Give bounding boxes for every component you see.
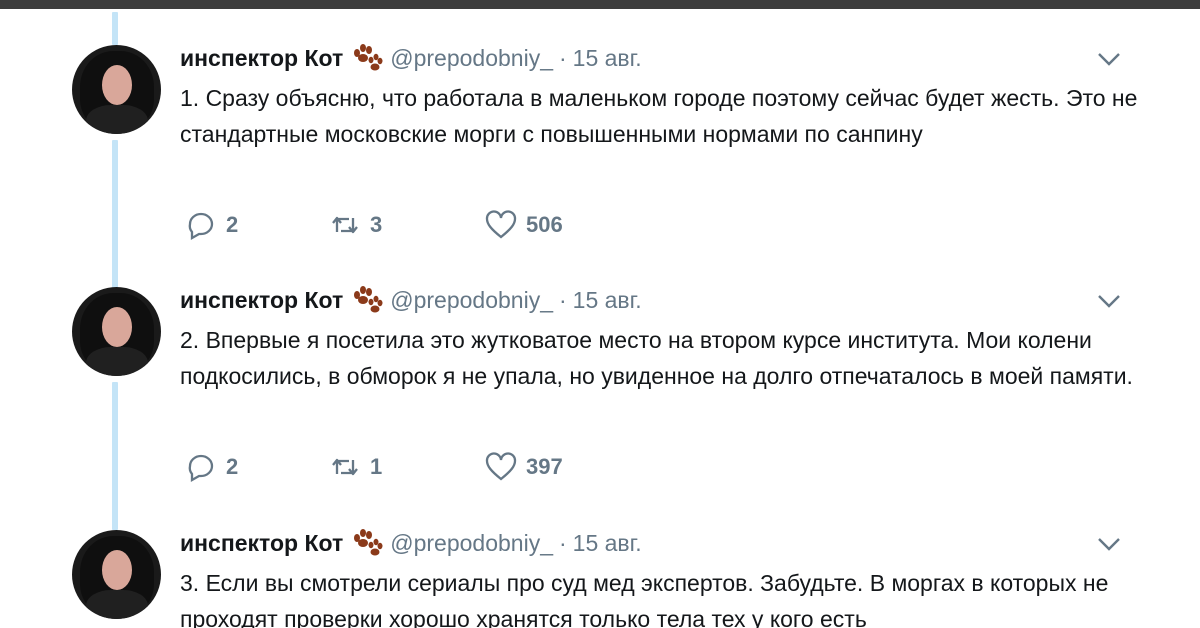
- tweet-date[interactable]: 15 авг.: [573, 530, 642, 557]
- paw-prints-icon: [354, 44, 383, 71]
- like-count: 397: [526, 454, 563, 479]
- reply-icon: [188, 454, 214, 482]
- tweet-date[interactable]: 15 авг.: [573, 287, 642, 314]
- tweet-text: 3. Если вы смотрели сериалы про суд мед …: [180, 570, 1109, 628]
- heart-icon: [485, 210, 517, 239]
- author-name[interactable]: инспектор Кот: [180, 287, 343, 314]
- retweet-count: 3: [370, 212, 383, 237]
- chevron-down-icon[interactable]: [1096, 535, 1122, 553]
- author-handle[interactable]: @prepodobniy_: [390, 45, 553, 72]
- tweet[interactable]: инспектор Кот @prepodobniy_ · 15 авг. 1.…: [0, 0, 1200, 244]
- paw-prints-icon: [354, 529, 383, 556]
- avatar[interactable]: [72, 287, 161, 376]
- separator: ·: [559, 44, 567, 71]
- like-button[interactable]: 506: [484, 210, 563, 240]
- like-button[interactable]: 397: [484, 452, 563, 482]
- separator: ·: [559, 286, 567, 313]
- avatar[interactable]: [72, 45, 161, 134]
- author-name[interactable]: инспектор Кот: [180, 530, 343, 557]
- tweet-text: 2. Впервые я посетила это жутковатое мес…: [180, 327, 1133, 389]
- reply-button[interactable]: 2: [184, 210, 238, 240]
- author-name[interactable]: инспектор Кот: [180, 45, 343, 72]
- like-count: 506: [526, 212, 563, 237]
- author-handle[interactable]: @prepodobniy_: [390, 530, 553, 557]
- reply-icon: [188, 212, 214, 240]
- retweet-icon: [332, 458, 358, 476]
- tweet-header: инспектор Кот @prepodobniy_ · 15 авг.: [180, 284, 642, 316]
- tweet-header: инспектор Кот @prepodobniy_ · 15 авг.: [180, 42, 642, 74]
- tweet-date[interactable]: 15 авг.: [573, 45, 642, 72]
- tweet[interactable]: инспектор Кот @prepodobniy_ · 15 авг. 2.…: [0, 242, 1200, 486]
- retweet-button[interactable]: 1: [328, 452, 382, 482]
- paw-prints-icon: [354, 286, 383, 313]
- reply-count: 2: [226, 212, 239, 237]
- avatar[interactable]: [72, 530, 161, 619]
- author-handle[interactable]: @prepodobniy_: [390, 287, 553, 314]
- reply-count: 2: [226, 454, 239, 479]
- tweet-text: 1. Сразу объясню, что работала в маленьк…: [180, 85, 1138, 147]
- chevron-down-icon[interactable]: [1096, 50, 1122, 68]
- retweet-count: 1: [370, 454, 383, 479]
- retweet-icon: [332, 216, 358, 234]
- tweet-header: инспектор Кот @prepodobniy_ · 15 авг.: [180, 527, 642, 559]
- chevron-down-icon[interactable]: [1096, 292, 1122, 310]
- separator: ·: [559, 529, 567, 556]
- retweet-button[interactable]: 3: [328, 210, 382, 240]
- reply-button[interactable]: 2: [184, 452, 238, 482]
- tweet[interactable]: инспектор Кот @prepodobniy_ · 15 авг. 3.…: [0, 485, 1200, 628]
- heart-icon: [485, 452, 517, 481]
